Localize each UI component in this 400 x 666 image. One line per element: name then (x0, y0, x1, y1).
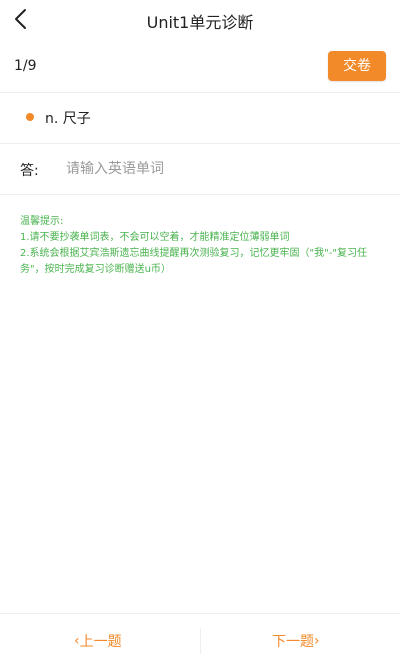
question-prompt: n. 尺子 (45, 111, 91, 127)
header: Unit1单元诊断 (0, 0, 400, 40)
previous-question-label: 上一题 (79, 634, 122, 650)
next-question-label: 下一题 (272, 634, 314, 650)
tips-title: 温馨提示: (20, 216, 64, 227)
bottom-navigation: ‹ 上一题 下一题 › (0, 613, 400, 666)
tips-line-2: 2.系统会根据艾宾浩斯遗忘曲线提醒再次测验复习，记忆更牢固（"我"-"复习任务"… (20, 248, 367, 275)
question-bullet (26, 113, 34, 121)
question-progress: 1/9 (14, 58, 37, 74)
next-question-button[interactable]: 下一题 › (272, 630, 320, 652)
answer-input[interactable] (62, 154, 390, 184)
previous-question-button[interactable]: ‹ 上一题 (74, 630, 122, 652)
progress-row: 1/9 交卷 (0, 40, 400, 93)
question-row: n. 尺子 (0, 93, 400, 144)
tips-panel: 温馨提示: 1.请不要抄袭单词表，不会可以空着，才能精准定位薄弱单词 2.系统会… (20, 214, 390, 278)
answer-label: 答: (20, 163, 39, 179)
answer-row: 答: (0, 144, 400, 195)
unit-diagnosis-page: Unit1单元诊断 1/9 交卷 n. 尺子 答: 温馨提示: 1.请不要抄袭单… (0, 0, 400, 666)
tips-line-1: 1.请不要抄袭单词表，不会可以空着，才能精准定位薄弱单词 (20, 232, 290, 243)
page-title: Unit1单元诊断 (146, 13, 254, 32)
nav-divider (200, 628, 201, 654)
chevron-right-icon: › (314, 633, 320, 649)
submit-button[interactable]: 交卷 (328, 51, 386, 81)
